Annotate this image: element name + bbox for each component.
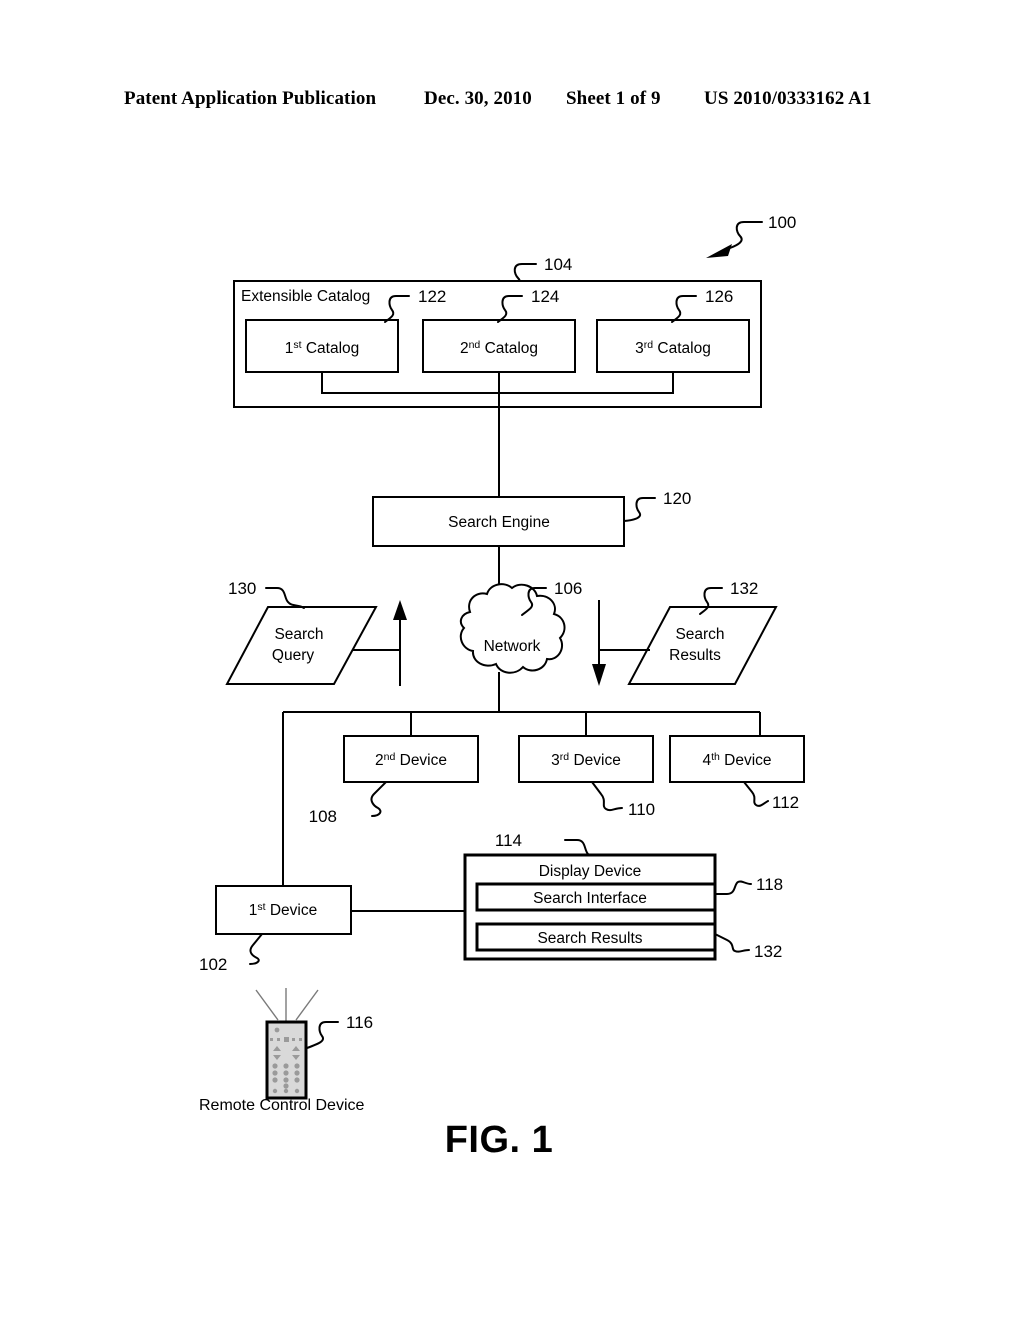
device-ref-112: 112 (772, 793, 799, 812)
figure-1-diagram: 100 104 Extensible Catalog 1st Catalog 1… (0, 0, 1024, 1320)
device-3-ref-leader (591, 781, 623, 812)
catalog-ref-122: 122 (418, 287, 446, 306)
search-results-label-line2: Results (669, 647, 721, 664)
figure-caption: FIG. 1 (445, 1119, 554, 1161)
search-query-ref-leader (265, 587, 305, 609)
search-interface-ref-leader (714, 880, 752, 895)
remote-ref-leader (306, 1021, 339, 1049)
device-ref-108: 108 (309, 807, 337, 826)
search-results-ref-132: 132 (730, 579, 758, 598)
search-query-ref-130: 130 (228, 579, 256, 598)
network-label: Network (484, 638, 541, 655)
search-engine-ref-leader (623, 497, 656, 522)
extensible-catalog-title: Extensible Catalog (241, 288, 370, 305)
display-device-ref-114: 114 (495, 831, 522, 850)
search-interface-label: Search Interface (533, 890, 647, 907)
device-4-ref-leader (743, 781, 769, 807)
network-cloud: Network (459, 583, 566, 674)
remote-ref-116: 116 (346, 1013, 373, 1032)
search-engine-ref-120: 120 (663, 489, 691, 508)
display-device-title: Display Device (539, 863, 642, 880)
search-query-label-line2: Query (272, 647, 314, 664)
search-engine-label: Search Engine (448, 514, 550, 531)
device-2-ref-leader (370, 781, 387, 817)
first-device-ref-102: 102 (199, 955, 227, 974)
remote-ir-signal (255, 988, 319, 1022)
catalog-ref-124: 124 (531, 287, 559, 306)
search-results-box-ref-132: 132 (754, 942, 782, 961)
catalog-ref-126: 126 (705, 287, 733, 306)
device-ref-110: 110 (628, 800, 655, 819)
search-query-shape (225, 606, 378, 685)
system-ref-leader (706, 221, 763, 258)
search-results-label-line1: Search (675, 626, 724, 643)
first-device-ref-leader (249, 933, 263, 965)
search-results-box-ref-leader (714, 933, 750, 953)
search-interface-ref-118: 118 (756, 875, 783, 894)
network-ref-106: 106 (554, 579, 582, 598)
catalog-ref-104: 104 (544, 255, 572, 274)
system-ref-100: 100 (768, 213, 796, 232)
search-results-box-label: Search Results (537, 930, 642, 947)
remote-control-device-label: Remote Control Device (199, 1097, 365, 1114)
search-query-label-line1: Search (274, 626, 323, 643)
search-results-shape (627, 606, 778, 685)
